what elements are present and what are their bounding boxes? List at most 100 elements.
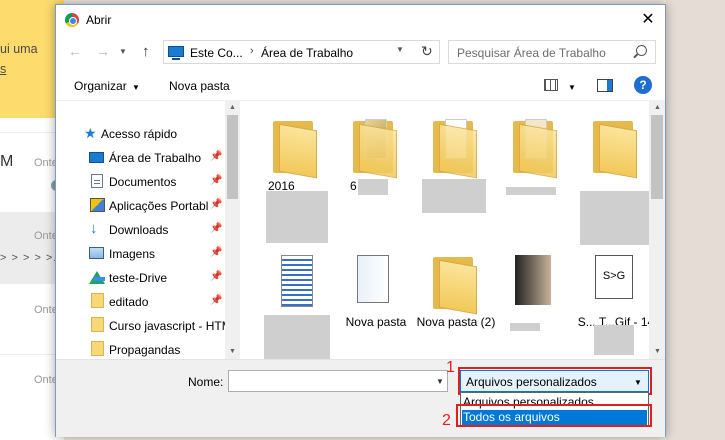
breadcrumb-this-pc[interactable]: Este Co... <box>190 46 243 60</box>
annotation-box-1 <box>458 367 652 395</box>
folder-icon <box>585 115 641 179</box>
sidebar-item-label: Aplicações Portabl <box>109 199 209 213</box>
file-item[interactable]: 2016 <box>256 107 336 243</box>
sidebar-item-label: teste-Drive <box>109 271 168 285</box>
annotation-number-1: 1 <box>446 359 455 376</box>
new-folder-button[interactable]: Nova pasta <box>169 79 230 93</box>
breadcrumb-chevron-icon[interactable]: › <box>250 45 254 57</box>
sidebar-item-edited[interactable]: editado 📌 <box>56 290 226 314</box>
sidebar-item-label: Imagens <box>109 247 156 261</box>
sidebar-item-drive[interactable]: teste-Drive 📌 <box>56 266 226 290</box>
refresh-icon[interactable]: ↻ <box>421 43 433 60</box>
file-list: 2016 6 Nova pasta Nova pasta (2) S>G S..… <box>252 101 649 359</box>
help-icon[interactable]: ? <box>634 76 652 94</box>
banner-link[interactable]: s <box>0 62 6 76</box>
pin-icon[interactable]: 📌 <box>210 271 222 282</box>
sidebar-item-label: Acesso rápido <box>101 127 178 141</box>
folder-icon <box>91 293 104 308</box>
folder-icon <box>425 115 481 179</box>
star-icon: ★ <box>84 125 97 141</box>
recent-locations-chevron-icon[interactable]: ▼ <box>119 47 127 56</box>
redacted-label <box>266 191 328 243</box>
view-dropdown-icon[interactable]: ▼ <box>568 83 576 92</box>
file-item[interactable]: Nova pasta <box>336 243 416 359</box>
file-name-dropdown-icon[interactable]: ▼ <box>436 377 444 386</box>
organize-button[interactable]: Organizar <box>74 79 127 93</box>
breadcrumb-desktop[interactable]: Área de Trabalho <box>261 46 353 60</box>
background-chat-pane <box>666 0 725 440</box>
redacted-label <box>510 323 540 331</box>
back-arrow-icon[interactable]: ← <box>68 43 82 59</box>
view-options-icon[interactable] <box>544 79 558 91</box>
file-item[interactable] <box>256 243 336 359</box>
file-item[interactable] <box>496 243 576 359</box>
sidebar-scrollbar-thumb[interactable] <box>227 115 238 199</box>
close-button[interactable]: ✕ <box>636 9 660 31</box>
contact-initial: M <box>0 153 14 170</box>
sidebar-item-label: Área de Trabalho <box>109 151 202 165</box>
pin-icon[interactable]: 📌 <box>210 223 222 234</box>
folder-icon <box>91 317 104 332</box>
images-icon <box>89 247 104 259</box>
preview-pane-icon[interactable] <box>597 79 613 92</box>
pin-icon[interactable]: 📌 <box>210 151 222 162</box>
desktop-icon <box>89 152 104 163</box>
file-item[interactable]: Nova pasta (2) <box>416 243 496 359</box>
annotation-number-2: 2 <box>442 412 451 429</box>
folder-icon <box>265 115 321 179</box>
image-icon <box>505 251 561 311</box>
open-file-dialog: Abrir ✕ ← → ▼ ↑ Este Co... › Área de Tra… <box>55 4 666 437</box>
redacted-label <box>264 315 330 359</box>
file-item[interactable] <box>496 107 576 235</box>
sidebar-item-images[interactable]: Imagens 📌 <box>56 242 226 266</box>
scroll-up-icon[interactable]: ▲ <box>654 104 661 111</box>
up-arrow-icon[interactable]: ↑ <box>142 43 150 60</box>
pin-icon[interactable]: 📌 <box>210 199 222 210</box>
sidebar-item-ads[interactable]: Propagandas <box>56 338 226 359</box>
pin-icon[interactable]: 📌 <box>210 175 222 186</box>
scroll-up-icon[interactable]: ▲ <box>229 104 236 111</box>
file-item[interactable] <box>416 107 496 235</box>
forward-arrow-icon[interactable]: → <box>96 43 110 59</box>
sidebar-item-label: Curso javascript - HTM <box>109 319 232 333</box>
file-item[interactable]: S>G S... T...Gif - 14 <box>576 243 649 359</box>
document-icon <box>265 251 321 311</box>
download-icon: ↓ <box>90 220 98 237</box>
dialog-title: Abrir <box>86 13 112 27</box>
computer-icon <box>168 46 184 60</box>
address-dropdown-icon[interactable]: ▼ <box>396 45 404 54</box>
scroll-down-icon[interactable]: ▼ <box>229 348 236 355</box>
scroll-down-icon[interactable]: ▼ <box>654 348 661 355</box>
chrome-icon <box>65 13 79 27</box>
sidebar-item-label: Propagandas <box>109 343 181 357</box>
google-drive-icon <box>89 271 105 284</box>
redacted-label <box>358 179 388 195</box>
folder-icon <box>425 251 481 315</box>
search-placeholder: Pesquisar Área de Trabalho <box>457 46 606 60</box>
sidebar-item-quick-access[interactable]: ★ Acesso rápido <box>56 122 226 146</box>
sidebar-item-documents[interactable]: Documentos 📌 <box>56 170 226 194</box>
sidebar-item-desktop[interactable]: Área de Trabalho 📌 <box>56 146 226 170</box>
navigation-pane: ★ Acesso rápido Área de Trabalho 📌 Docum… <box>56 101 240 359</box>
file-item[interactable] <box>576 107 649 245</box>
file-name-label: Nome: <box>188 375 224 389</box>
sidebar-item-downloads[interactable]: ↓ Downloads 📌 <box>56 218 226 242</box>
search-input[interactable]: Pesquisar Área de Trabalho <box>448 40 656 64</box>
annotation-box-2 <box>456 404 652 427</box>
organize-dropdown-icon[interactable]: ▼ <box>132 83 140 92</box>
sidebar-item-js-course[interactable]: Curso javascript - HTM <box>56 314 232 338</box>
sidebar-item-label: Downloads <box>109 223 169 237</box>
file-name-input[interactable] <box>228 370 448 392</box>
pin-icon[interactable]: 📌 <box>210 247 222 258</box>
sidebar-item-apps[interactable]: Aplicações Portabl 📌 <box>56 194 226 218</box>
sidebar-item-label: editado <box>109 295 149 309</box>
redacted-label <box>594 325 634 355</box>
file-item[interactable]: 6 <box>336 107 416 235</box>
folder-icon <box>91 341 104 356</box>
apps-icon <box>90 198 105 212</box>
redacted-label <box>506 187 556 195</box>
banner-text: ui uma <box>0 42 38 56</box>
file-list-scrollbar-thumb[interactable] <box>651 115 663 199</box>
redacted-label <box>580 191 649 245</box>
pin-icon[interactable]: 📌 <box>210 295 222 306</box>
